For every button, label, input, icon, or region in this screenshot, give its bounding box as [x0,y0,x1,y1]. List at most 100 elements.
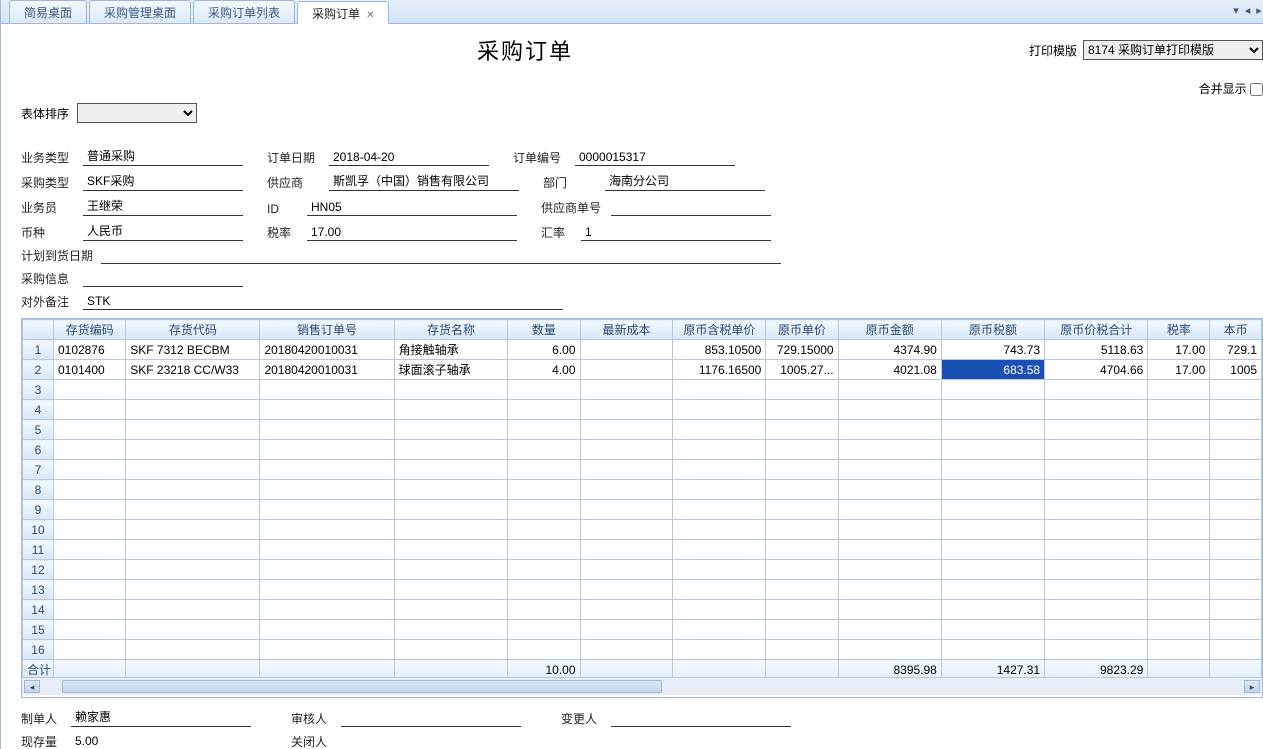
cell-rate[interactable] [1148,500,1210,520]
cell-tax[interactable] [941,500,1044,520]
cell-cost[interactable] [580,520,673,540]
cell-so[interactable] [260,440,394,460]
cell-cost[interactable] [580,560,673,580]
merge-display-checkbox[interactable] [1250,83,1263,96]
cell-code[interactable] [53,440,125,460]
cell-name[interactable] [394,640,508,660]
cell-price[interactable] [766,440,838,460]
col-sku[interactable]: 存货代码 [126,320,260,340]
cell-local[interactable] [1210,420,1262,440]
value-business-type[interactable]: 普通采购 [83,147,243,166]
scroll-left-icon[interactable]: ◂ [24,680,40,693]
cell-name[interactable] [394,620,508,640]
cell-sku[interactable] [126,560,260,580]
cell-qty[interactable] [508,560,580,580]
cell-sku[interactable] [126,480,260,500]
cell-amt[interactable] [838,460,941,480]
cell-sku[interactable] [126,460,260,480]
table-row[interactable]: 7 [23,460,1262,480]
cell-tax[interactable] [941,520,1044,540]
cell-cost[interactable] [580,500,673,520]
cell-taxprice[interactable] [673,580,766,600]
cell-price[interactable]: 729.15000 [766,340,838,360]
cell-total[interactable] [1045,560,1148,580]
cell-qty[interactable] [508,400,580,420]
tab-order-list[interactable]: 采购订单列表 [193,0,295,23]
cell-local[interactable] [1210,520,1262,540]
cell-qty[interactable] [508,460,580,480]
cell-local[interactable] [1210,640,1262,660]
cell-taxprice[interactable] [673,380,766,400]
col-amt[interactable]: 原币金额 [838,320,941,340]
cell-n[interactable]: 16 [23,640,54,660]
table-row[interactable]: 15 [23,620,1262,640]
cell-amt[interactable] [838,480,941,500]
cell-so[interactable] [260,540,394,560]
cell-rate[interactable] [1148,640,1210,660]
cell-rate[interactable] [1148,400,1210,420]
cell-amt[interactable] [838,600,941,620]
cell-total[interactable]: 5118.63 [1045,340,1148,360]
cell-cost[interactable] [580,620,673,640]
col-name[interactable]: 存货名称 [394,320,508,340]
table-row[interactable]: 10102876SKF 7312 BECBM20180420010031角接触轴… [23,340,1262,360]
cell-amt[interactable]: 4374.90 [838,340,941,360]
cell-rate[interactable]: 17.00 [1148,340,1210,360]
cell-local[interactable] [1210,500,1262,520]
cell-so[interactable] [260,480,394,500]
col-qty[interactable]: 数量 [508,320,580,340]
col-price[interactable]: 原币单价 [766,320,838,340]
cell-taxprice[interactable] [673,440,766,460]
cell-cost[interactable] [580,480,673,500]
cell-cost[interactable] [580,600,673,620]
cell-rate[interactable] [1148,600,1210,620]
cell-price[interactable] [766,460,838,480]
cell-code[interactable] [53,480,125,500]
cell-taxprice[interactable] [673,420,766,440]
cell-local[interactable] [1210,480,1262,500]
cell-name[interactable] [394,440,508,460]
cell-so[interactable] [260,520,394,540]
col-so[interactable]: 销售订单号 [260,320,394,340]
cell-local[interactable] [1210,600,1262,620]
cell-code[interactable] [53,460,125,480]
cell-local[interactable]: 1005 [1210,360,1262,380]
cell-tax[interactable] [941,600,1044,620]
col-total[interactable]: 原币价税合计 [1045,320,1148,340]
cell-price[interactable] [766,560,838,580]
horizontal-scrollbar[interactable]: ◂ ▸ [22,677,1262,695]
value-order-no[interactable]: 0000015317 [575,150,735,166]
cell-local[interactable] [1210,380,1262,400]
cell-code[interactable] [53,600,125,620]
value-tax-rate[interactable]: 17.00 [307,225,517,241]
cell-local[interactable] [1210,580,1262,600]
cell-cost[interactable] [580,580,673,600]
cell-code[interactable]: 0102876 [53,340,125,360]
cell-code[interactable]: 0101400 [53,360,125,380]
cell-name[interactable] [394,540,508,560]
cell-total[interactable]: 4704.66 [1045,360,1148,380]
cell-n[interactable]: 8 [23,480,54,500]
cell-cost[interactable] [580,460,673,480]
cell-total[interactable] [1045,600,1148,620]
cell-code[interactable] [53,420,125,440]
cell-amt[interactable] [838,400,941,420]
table-row[interactable]: 12 [23,560,1262,580]
value-purchase-info[interactable] [83,285,243,287]
cell-code[interactable] [53,520,125,540]
cell-taxprice[interactable] [673,620,766,640]
cell-code[interactable] [53,640,125,660]
col-local[interactable]: 本币 [1210,320,1262,340]
cell-qty[interactable] [508,620,580,640]
cell-total[interactable] [1045,580,1148,600]
cell-price[interactable] [766,520,838,540]
cell-amt[interactable] [838,640,941,660]
cell-amt[interactable]: 4021.08 [838,360,941,380]
scroll-right-icon[interactable]: ▸ [1244,680,1260,693]
cell-so[interactable] [260,460,394,480]
cell-sku[interactable] [126,620,260,640]
cell-name[interactable] [394,580,508,600]
cell-name[interactable] [394,500,508,520]
cell-qty[interactable]: 6.00 [508,340,580,360]
cell-sku[interactable] [126,500,260,520]
